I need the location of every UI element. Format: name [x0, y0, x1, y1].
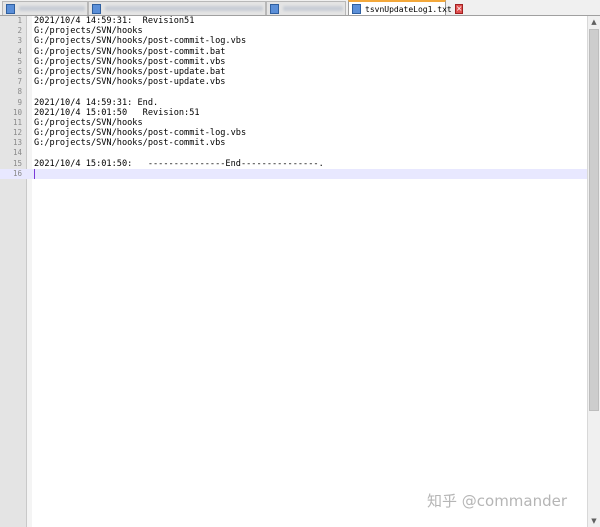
editor-line[interactable]: 7 G:/projects/SVN/hooks/post-update.vbs	[0, 77, 587, 87]
line-number: 2	[17, 26, 22, 36]
line-number: 13	[12, 138, 22, 148]
line-text: G:/projects/SVN/hooks/post-commit-log.vb…	[34, 36, 247, 47]
scroll-up-arrow-icon[interactable]: ▲	[588, 16, 600, 28]
line-text: G:/projects/SVN/hooks	[34, 117, 143, 128]
line-text: G:/projects/SVN/hooks/post-commit-log.vb…	[34, 128, 247, 139]
line-text: G:/projects/SVN/hooks/post-commit.vbs	[34, 138, 226, 149]
line-text: G:/projects/SVN/hooks/post-commit.vbs	[34, 56, 226, 67]
line-number: 16	[12, 168, 22, 178]
file-icon	[6, 3, 15, 14]
line-number: 3	[17, 36, 22, 46]
line-number: 1	[17, 16, 22, 25]
line-number: 14	[12, 148, 22, 158]
line-number: 5	[17, 56, 22, 66]
line-number: 8	[17, 87, 22, 97]
line-text: G:/projects/SVN/hooks/post-commit.bat	[34, 46, 226, 57]
text-caret	[34, 168, 35, 179]
editor-line[interactable]: 4 G:/projects/SVN/hooks/post-commit.bat	[0, 47, 587, 57]
editor-line[interactable]: 11 G:/projects/SVN/hooks	[0, 118, 587, 128]
file-icon	[270, 3, 279, 14]
text-editor[interactable]: 1 2021/10/4 14:59:31: Revision51 2 G:/proje…	[0, 16, 587, 527]
tab-label-obscured	[19, 6, 85, 11]
line-number: 7	[17, 77, 22, 87]
editor-line[interactable]: 12 G:/projects/SVN/hooks/post-commit-log.…	[0, 128, 587, 138]
tab-blurred-3[interactable]	[266, 1, 346, 15]
close-icon[interactable]: ×	[454, 4, 464, 14]
line-text: G:/projects/SVN/hooks/post-update.bat	[34, 66, 226, 77]
tab-bar: tsvnUpdateLog1.txt ×	[0, 0, 600, 16]
editor-line[interactable]: 9 2021/10/4 14:59:31: End.	[0, 98, 587, 108]
tab-tsvn-update-log[interactable]: tsvnUpdateLog1.txt ×	[348, 0, 464, 15]
line-number: 4	[17, 46, 22, 56]
editor-line[interactable]: 1 2021/10/4 14:59:31: Revision51	[0, 16, 587, 26]
line-number: 11	[12, 117, 22, 127]
watermark: 知乎 @commander	[427, 492, 568, 510]
editor-line[interactable]: 15 2021/10/4 15:01:50: ---------------End…	[0, 159, 587, 169]
line-number: 12	[12, 128, 22, 138]
editor-line[interactable]: 5 G:/projects/SVN/hooks/post-commit.vbs	[0, 57, 587, 67]
scrollbar-thumb[interactable]	[589, 29, 599, 411]
line-number: 9	[17, 97, 22, 107]
line-number: 15	[12, 158, 22, 168]
editor-lines: 1 2021/10/4 14:59:31: Revision51 2 G:/proje…	[0, 16, 587, 179]
editor-line[interactable]: 16	[0, 168, 587, 179]
editor-line[interactable]: 3 G:/projects/SVN/hooks/post-commit-log.v…	[0, 36, 587, 46]
scroll-down-arrow-icon[interactable]: ▼	[588, 515, 600, 527]
line-text: 2021/10/4 15:01:50 Revision:51	[34, 107, 200, 118]
editor-line[interactable]: 13 G:/projects/SVN/hooks/post-commit.vbs	[0, 138, 587, 148]
editor-line[interactable]: 2 G:/projects/SVN/hooks	[0, 26, 587, 36]
line-number: 10	[12, 107, 22, 117]
line-text: 2021/10/4 15:01:50: ---------------End--…	[34, 158, 324, 169]
tab-blurred-1[interactable]	[2, 1, 88, 15]
line-text: 2021/10/4 14:59:31: Revision51	[34, 16, 195, 26]
file-icon	[92, 3, 101, 14]
line-text: G:/projects/SVN/hooks	[34, 26, 143, 37]
tab-label: tsvnUpdateLog1.txt	[365, 4, 452, 14]
line-text: 2021/10/4 14:59:31: End.	[34, 97, 159, 108]
editor-line[interactable]: 14	[0, 148, 587, 158]
editor-line[interactable]: 8	[0, 87, 587, 97]
line-number: 6	[17, 66, 22, 76]
tab-label-obscured	[283, 6, 343, 11]
editor-line[interactable]: 10 2021/10/4 15:01:50 Revision:51	[0, 108, 587, 118]
line-text: G:/projects/SVN/hooks/post-update.vbs	[34, 77, 226, 88]
file-icon	[352, 4, 361, 14]
tab-label-obscured	[105, 6, 263, 11]
vertical-scrollbar[interactable]: ▲ ▼	[587, 16, 600, 527]
editor-line[interactable]: 6 G:/projects/SVN/hooks/post-update.bat	[0, 67, 587, 77]
tab-blurred-2[interactable]	[88, 1, 266, 15]
